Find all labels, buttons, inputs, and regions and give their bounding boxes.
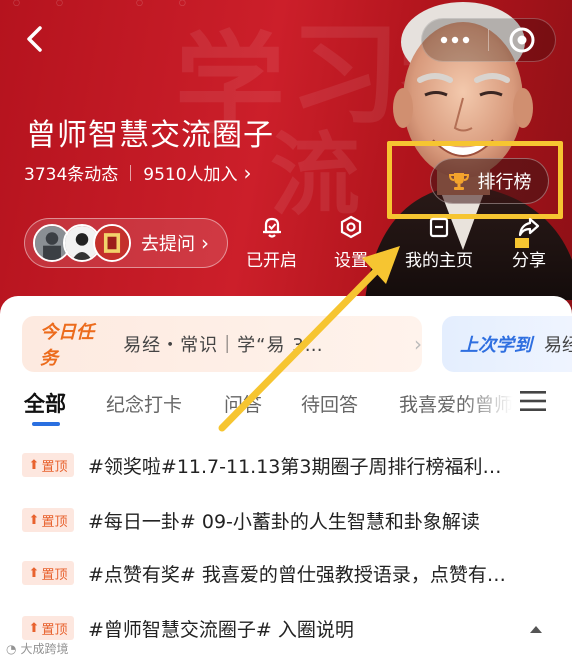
- tab-all[interactable]: 全部: [24, 388, 66, 418]
- bell-icon: [257, 212, 287, 242]
- action-label: 分享: [512, 251, 546, 271]
- tab-pending[interactable]: 待回答: [301, 390, 358, 417]
- list-item[interactable]: ⬆ 置顶 #领奖啦#11.7-11.13第3期圈子周排行榜福利…: [22, 450, 508, 480]
- post-title: #点赞有奖# 我喜爱的曾仕强教授语录，点赞有…: [88, 563, 506, 586]
- chevron-right-icon: ›: [243, 160, 252, 185]
- more-dots-icon: [440, 36, 470, 44]
- trophy-icon: [448, 173, 469, 190]
- watermark: ◔ 大成跨境: [6, 640, 69, 657]
- settings-hexagon-icon: [336, 212, 366, 242]
- members-count: 9510人加入: [143, 165, 238, 185]
- home-page-icon: [424, 212, 454, 242]
- close-miniprogram-button[interactable]: [489, 19, 555, 61]
- pin-arrow-icon: ⬆: [28, 565, 40, 581]
- faded-logo-text: ◦◦ ◦◦: [10, 0, 219, 17]
- my-homepage-button[interactable]: 我的主页: [405, 212, 473, 271]
- ranking-button[interactable]: 排行榜: [430, 158, 549, 204]
- tab-qa[interactable]: 问答: [224, 390, 262, 417]
- more-button[interactable]: [422, 19, 488, 61]
- member-avatars: [33, 224, 131, 262]
- action-label: 已开启: [246, 251, 297, 271]
- active-tab-indicator: [32, 422, 60, 426]
- notification-toggle[interactable]: 已开启: [246, 212, 297, 271]
- list-item[interactable]: ⬆ 置顶 #每日一卦# 09-小蓄卦的人生智慧和卦象解读: [22, 505, 508, 535]
- today-task-text: 易经・常识｜学“易 3…: [123, 335, 324, 356]
- ranking-label: 排行榜: [477, 172, 532, 193]
- tab-checkin[interactable]: 纪念打卡: [106, 390, 182, 417]
- today-task-card[interactable]: 今日任务 易经・常识｜学“易 3… ›: [22, 316, 422, 372]
- pinned-badge: ⬆ 置顶: [22, 561, 74, 585]
- pin-arrow-icon: ⬆: [28, 620, 40, 636]
- posts-count: 3734条动态: [24, 165, 119, 185]
- last-learned-text: 易经: [544, 335, 572, 356]
- pin-arrow-icon: ⬆: [28, 512, 40, 528]
- share-highlight-mark: [515, 238, 529, 248]
- post-title: #每日一卦# 09-小蓄卦的人生智慧和卦象解读: [88, 510, 480, 533]
- collapse-up-icon[interactable]: [528, 623, 544, 635]
- stats-divider: [130, 164, 132, 181]
- chevron-right-icon: ›: [414, 332, 422, 356]
- background-calligraphy: 流: [270, 122, 360, 228]
- ask-label: 去提问: [141, 234, 195, 255]
- group-content: 今日任务 易经・常识｜学“易 3… › 上次学到 易经 全部 纪念打卡 问答 待…: [0, 296, 572, 662]
- pin-arrow-icon: ⬆: [28, 457, 40, 473]
- menu-icon[interactable]: [520, 390, 546, 412]
- target-circle-icon: [509, 27, 535, 53]
- today-task-tag: 今日任务: [40, 322, 94, 369]
- watermark-text: 大成跨境: [20, 642, 69, 656]
- action-label: 设置: [334, 251, 368, 271]
- pinned-badge: ⬆ 置顶: [22, 453, 74, 477]
- ask-question-button[interactable]: 去提问 ›: [24, 218, 228, 268]
- settings-button[interactable]: 设置: [334, 212, 368, 271]
- list-item[interactable]: ⬆ 置顶 #点赞有奖# 我喜爱的曾仕强教授语录，点赞有…: [22, 558, 508, 588]
- back-icon[interactable]: [18, 22, 52, 56]
- avatar: [93, 224, 131, 262]
- group-stats[interactable]: 3734条动态 9510人加入 ›: [24, 160, 252, 186]
- tabs-fade: [462, 384, 512, 424]
- pinned-badge: ⬆ 置顶: [22, 508, 74, 532]
- list-item[interactable]: ⬆ 置顶 #曾师智慧交流圈子# 入圈说明: [22, 613, 508, 643]
- chevron-right-icon: ›: [201, 231, 209, 255]
- last-learned-tag: 上次学到: [460, 335, 532, 356]
- last-learned-card[interactable]: 上次学到 易经: [442, 316, 572, 372]
- post-title: #领奖啦#11.7-11.13第3期圈子周排行榜福利…: [88, 455, 502, 478]
- post-title: #曾师智慧交流圈子# 入圈说明: [88, 618, 354, 641]
- group-header: ◦◦ ◦◦ 学 习 智 流: [0, 0, 572, 330]
- pinned-badge: ⬆ 置顶: [22, 616, 74, 640]
- weibo-icon: ◔: [6, 641, 17, 656]
- action-label: 我的主页: [405, 251, 473, 271]
- miniprogram-capsule: [421, 18, 556, 62]
- group-title: 曾师智慧交流圈子: [26, 118, 274, 153]
